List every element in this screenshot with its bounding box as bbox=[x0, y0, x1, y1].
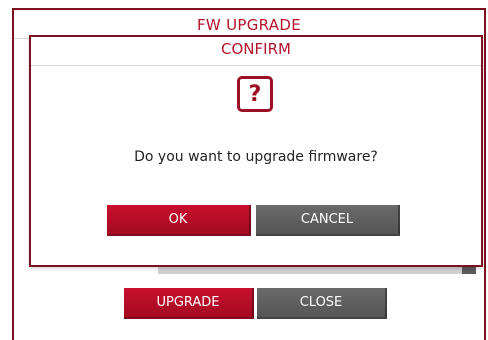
dialog-title-divider bbox=[31, 65, 481, 66]
confirm-dialog: CONFIRM ? Do you want to upgrade firmwar… bbox=[29, 35, 483, 267]
fw-upgrade-screen: FW UPGRADE UPGRADE CLOSE CONFIRM ? Do yo… bbox=[0, 0, 488, 340]
window-title: FW UPGRADE bbox=[197, 16, 301, 34]
dialog-message: Do you want to upgrade firmware? bbox=[134, 149, 378, 165]
upgrade-button[interactable]: UPGRADE bbox=[124, 288, 254, 319]
progress-bar-end-cap bbox=[462, 266, 476, 274]
ok-button[interactable]: OK bbox=[107, 205, 251, 236]
upgrade-progress-bar bbox=[158, 266, 476, 274]
question-icon: ? bbox=[237, 76, 273, 112]
dialog-title: CONFIRM bbox=[221, 40, 291, 58]
cancel-button[interactable]: CANCEL bbox=[256, 205, 400, 236]
close-button[interactable]: CLOSE bbox=[257, 288, 387, 319]
